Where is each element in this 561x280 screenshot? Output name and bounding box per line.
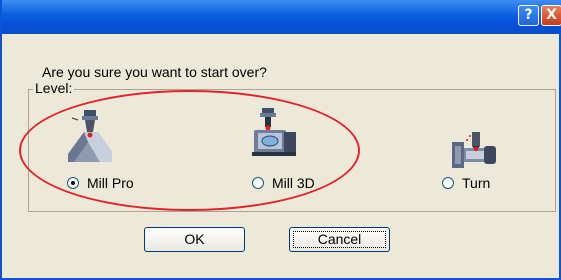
radio-button-mill-pro[interactable] [67,177,79,189]
ok-button[interactable]: OK [144,227,245,252]
radio-turn[interactable]: Turn [442,175,490,191]
level-group-label: Level: [33,80,75,96]
help-button[interactable]: ? [518,5,539,26]
radio-label-mill-3d: Mill 3D [272,175,315,191]
dialog-window: ? X Are you sure you want to start over?… [0,0,561,280]
radio-mill-pro[interactable]: Mill Pro [67,175,134,191]
radio-button-mill-3d[interactable] [252,177,264,189]
radio-mill-3d[interactable]: Mill 3D [252,175,315,191]
confirm-message: Are you sure you want to start over? [42,64,267,80]
radio-label-turn: Turn [462,175,491,191]
turn-icon [452,132,496,168]
cancel-button-label: Cancel [317,231,362,247]
close-button[interactable]: X [541,5,561,26]
cancel-button[interactable]: Cancel [289,227,390,252]
ok-button-label: OK [184,231,205,247]
radio-selected-dot [71,181,75,185]
title-bar: ? X [2,0,561,34]
mill-pro-icon [68,110,112,162]
mill-3d-icon [252,108,296,156]
radio-button-turn[interactable] [442,177,454,189]
radio-label-mill-pro: Mill Pro [87,175,134,191]
